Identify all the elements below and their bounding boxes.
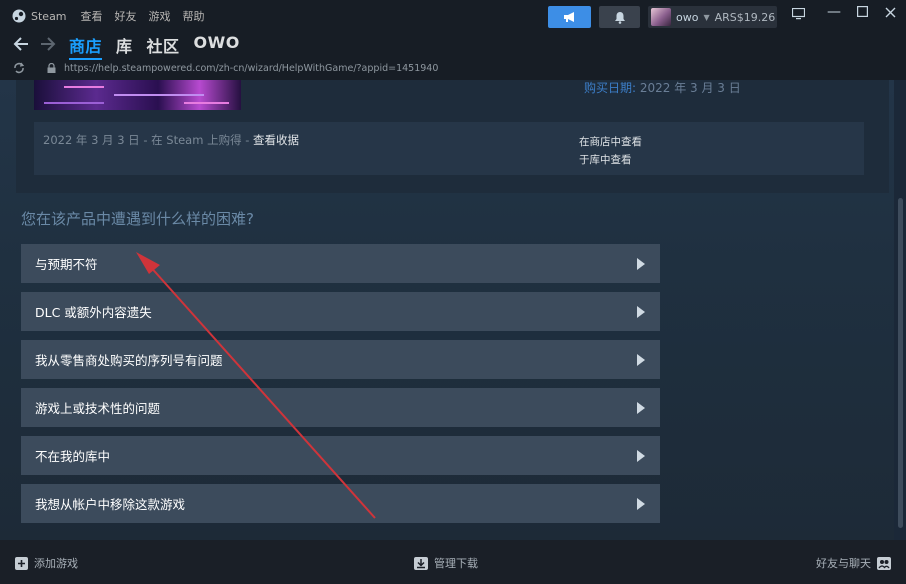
main-nav: 商店 库 社区 OWO (69, 33, 240, 60)
play-arrow-icon (637, 354, 645, 366)
manage-downloads-button[interactable]: 管理下载 (414, 555, 478, 571)
wallet-balance: ARS$19.26 (714, 10, 776, 24)
announcements-button[interactable] (548, 6, 591, 28)
problem-options: 与预期不符 DLC 或额外内容遗失 我从零售商处购买的序列号有问题 游戏上或技术… (21, 244, 660, 532)
nav-community[interactable]: 社区 (147, 33, 180, 60)
friends-icon (877, 556, 891, 570)
nav-bar: 商店 库 社区 OWO (0, 32, 906, 60)
back-arrow-icon[interactable] (13, 36, 29, 56)
notifications-button[interactable] (599, 6, 640, 28)
nav-profile[interactable]: OWO (194, 33, 240, 60)
option-dlc-missing[interactable]: DLC 或额外内容遗失 (21, 292, 660, 331)
product-panel: 购买日期: 2022 年 3 月 3 日 2022 年 3 月 3 日 - 在 … (16, 80, 889, 193)
problem-question: 您在该产品中遭遇到什么样的困难? (21, 210, 254, 228)
app-name: Steam (31, 9, 67, 23)
play-arrow-icon (637, 498, 645, 510)
nav-store[interactable]: 商店 (69, 33, 103, 60)
option-retail-key-issue[interactable]: 我从零售商处购买的序列号有问题 (21, 340, 660, 379)
reload-icon[interactable] (12, 62, 26, 78)
menu-view[interactable]: 查看 (81, 8, 103, 24)
megaphone-icon (563, 12, 574, 22)
view-in-library-link[interactable]: 于库中查看 (579, 151, 642, 169)
url-bar: https://help.steampowered.com/zh-cn/wiza… (0, 58, 906, 80)
steam-logo[interactable]: Steam (12, 9, 67, 23)
purchase-text: 2022 年 3 月 3 日 - 在 Steam 上购得 - 查看收据 (43, 133, 300, 147)
chevron-down-icon: ▼ (703, 12, 710, 22)
add-game-button[interactable]: 添加游戏 (15, 555, 78, 571)
play-arrow-icon (637, 306, 645, 318)
avatar (651, 8, 671, 26)
title-bar: Steam 查看 好友 游戏 帮助 owo ▼ ARS$19.26 — (0, 0, 906, 32)
big-picture-icon[interactable] (791, 7, 806, 23)
download-icon (414, 556, 428, 570)
page-url[interactable]: https://help.steampowered.com/zh-cn/wiza… (64, 63, 438, 74)
menu-help[interactable]: 帮助 (183, 8, 205, 24)
game-capsule-image[interactable] (34, 80, 241, 110)
play-arrow-icon (637, 258, 645, 270)
store-links: 在商店中查看 于库中查看 (579, 133, 642, 169)
option-technical-issue[interactable]: 游戏上或技术性的问题 (21, 388, 660, 427)
scrollbar-thumb[interactable] (898, 198, 903, 528)
page-content: 购买日期: 2022 年 3 月 3 日 2022 年 3 月 3 日 - 在 … (0, 80, 906, 540)
menu-bar: 查看 好友 游戏 帮助 (81, 8, 205, 24)
option-not-in-library[interactable]: 不在我的库中 (21, 436, 660, 475)
scrollbar[interactable] (894, 80, 906, 540)
bell-icon (614, 11, 625, 24)
option-remove-game[interactable]: 我想从帐户中移除这款游戏 (21, 484, 660, 523)
friends-chat-button[interactable]: 好友与聊天 (816, 555, 891, 571)
lock-icon (47, 63, 56, 73)
menu-friends[interactable]: 好友 (115, 8, 137, 24)
option-not-as-expected[interactable]: 与预期不符 (21, 244, 660, 283)
plus-square-icon (15, 556, 28, 570)
purchase-date: 购买日期: 2022 年 3 月 3 日 (584, 81, 741, 95)
view-receipt-link[interactable]: 查看收据 (253, 133, 299, 147)
maximize-icon[interactable] (857, 6, 869, 20)
username: owo (676, 10, 699, 24)
steam-logo-icon (12, 9, 26, 23)
menu-games[interactable]: 游戏 (149, 8, 171, 24)
view-in-store-link[interactable]: 在商店中查看 (579, 133, 642, 151)
play-arrow-icon (637, 450, 645, 462)
account-menu[interactable]: owo ▼ ARS$19.26 (648, 6, 777, 28)
forward-arrow-icon[interactable] (40, 36, 56, 56)
purchase-info-row: 2022 年 3 月 3 日 - 在 Steam 上购得 - 查看收据 在商店中… (34, 122, 864, 175)
nav-library[interactable]: 库 (116, 33, 133, 60)
bottom-bar: 添加游戏 管理下载 好友与聊天 (0, 540, 906, 584)
play-arrow-icon (637, 402, 645, 414)
close-icon[interactable] (885, 7, 896, 21)
minimize-icon[interactable]: — (827, 5, 841, 19)
